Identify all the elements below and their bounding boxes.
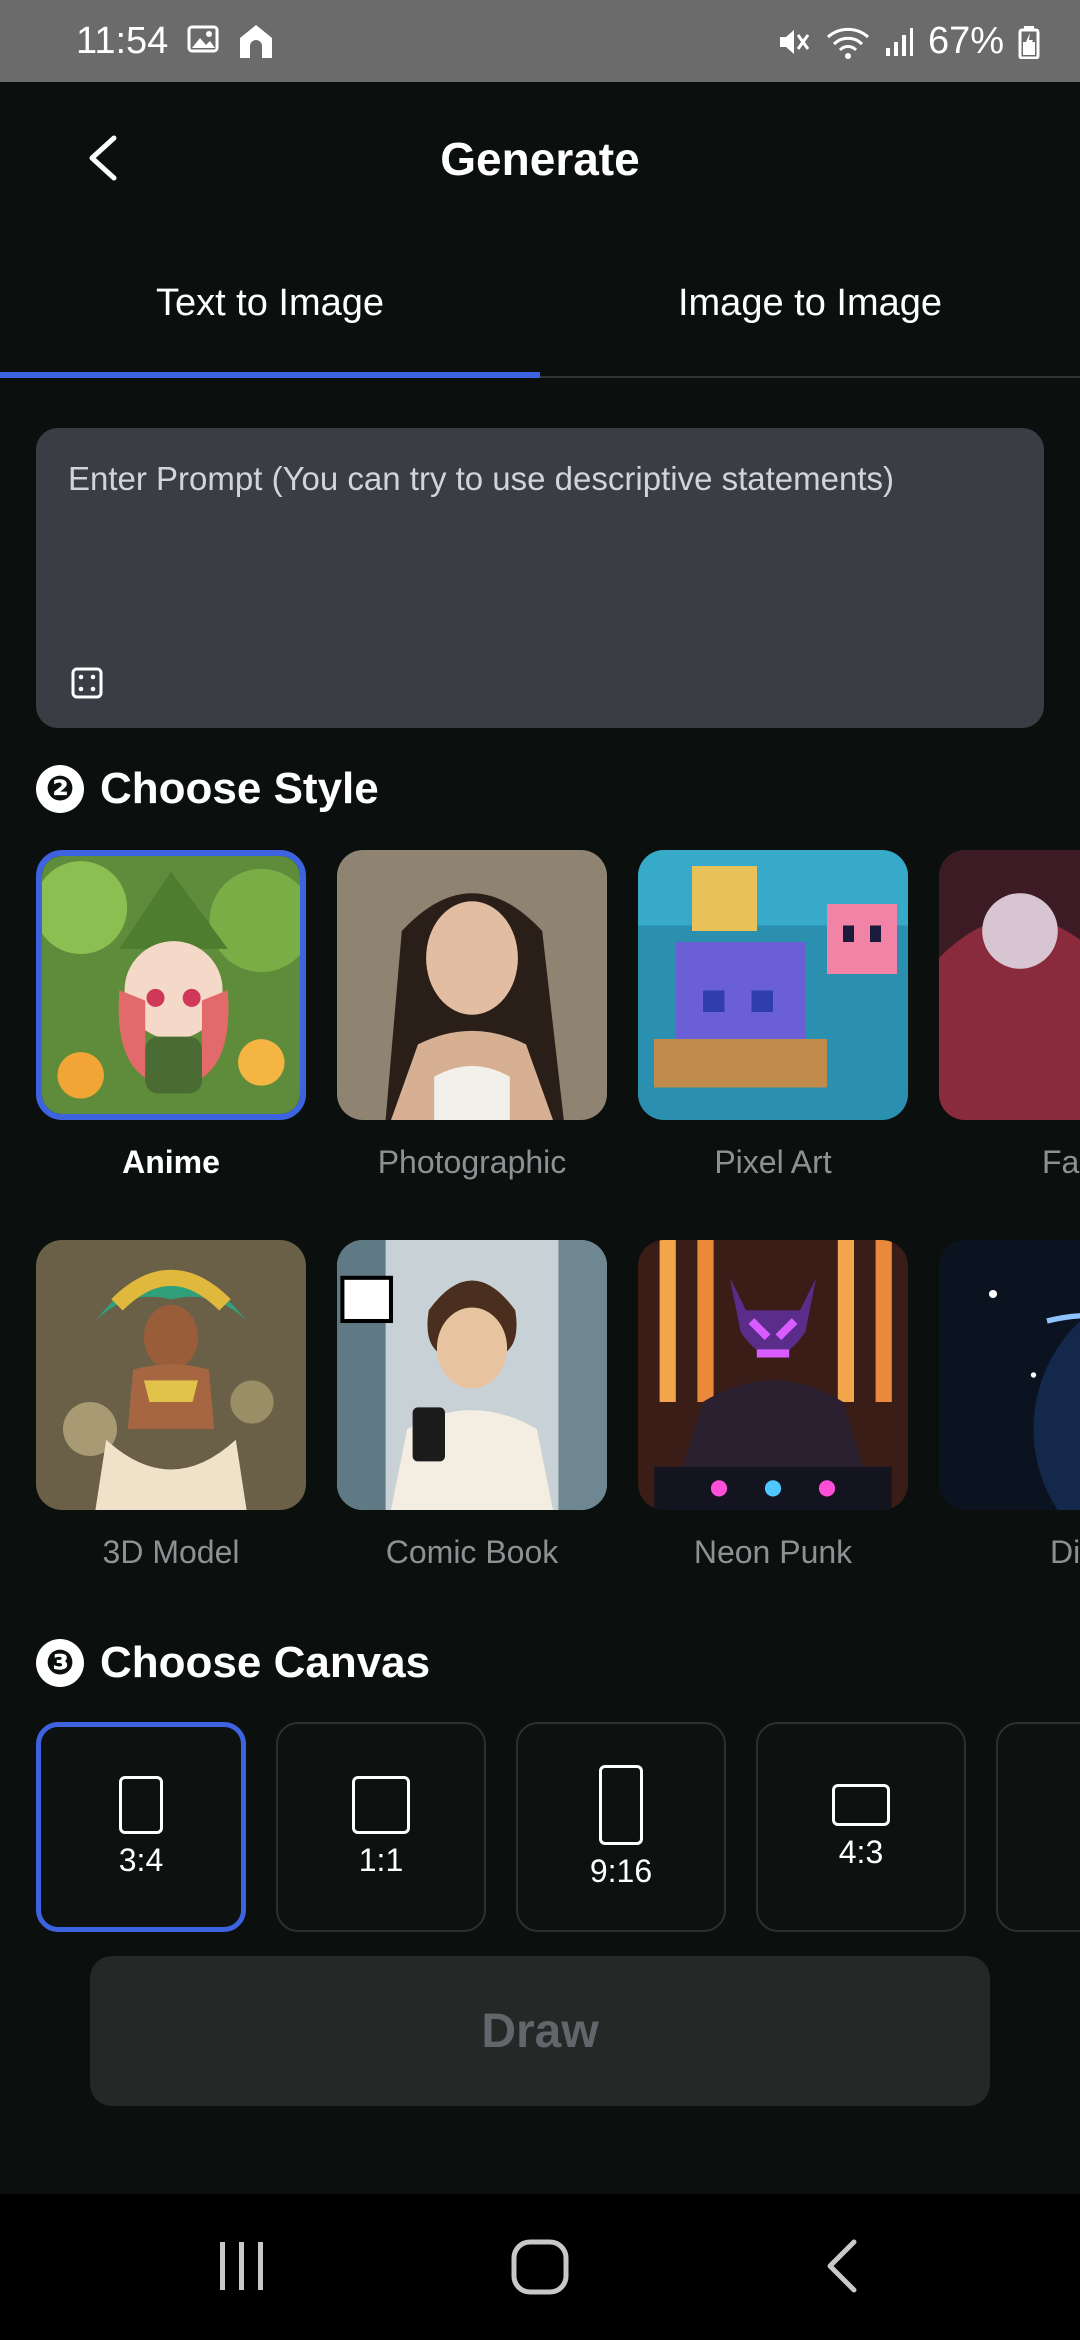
choose-canvas-heading: ❸ Choose Canvas bbox=[36, 1638, 430, 1688]
prompt-input[interactable] bbox=[66, 458, 1020, 632]
canvas-options: 3:4 1:1 9:16 4:3 bbox=[36, 1722, 1080, 1936]
style-grid: Anime Photographic Pixel Art Fa 3D Model… bbox=[36, 850, 1080, 1580]
mute-icon bbox=[779, 29, 810, 54]
canvas-option-3-4[interactable]: 3:4 bbox=[36, 1722, 246, 1932]
canvas-option-4-3[interactable]: 4:3 bbox=[756, 1722, 966, 1932]
active-tab-indicator bbox=[0, 372, 540, 378]
choose-canvas-title: Choose Canvas bbox=[100, 1638, 431, 1687]
style-label-fantasy: Fant bbox=[1041, 1144, 1080, 1180]
style-item-comic-book[interactable]: Comic Book bbox=[337, 1240, 607, 1571]
app-header: Generate bbox=[0, 82, 1080, 232]
choose-style-heading: ❷ Choose Style bbox=[36, 764, 379, 814]
landscape-ratio-icon bbox=[832, 1783, 890, 1826]
battery-percent: 67% bbox=[927, 20, 1004, 62]
style-item-pixel-art[interactable]: Pixel Art bbox=[638, 850, 908, 1181]
canvas-label-4-3: 4:3 bbox=[838, 1833, 884, 1870]
status-bar: 11:54 67% bbox=[0, 0, 1080, 82]
style-item-photographic[interactable]: Photographic bbox=[337, 850, 607, 1181]
style-label-photographic: Photographic bbox=[377, 1144, 567, 1180]
style-item-digital-art[interactable]: Dig bbox=[939, 1240, 1080, 1571]
step-2-badge: ❷ bbox=[36, 765, 84, 813]
choose-style-title: Choose Style bbox=[100, 764, 379, 813]
style-label-comic-book: Comic Book bbox=[385, 1534, 559, 1570]
style-label-digital-art: Dig bbox=[1049, 1534, 1080, 1570]
home-icon bbox=[240, 25, 272, 58]
draw-button[interactable]: Draw bbox=[90, 1956, 990, 2106]
signal-icon bbox=[885, 27, 913, 56]
wifi-icon bbox=[826, 27, 869, 59]
style-item-fantasy[interactable]: Fant bbox=[939, 850, 1080, 1181]
canvas-option-more[interactable] bbox=[996, 1722, 1080, 1932]
style-label-anime: Anime bbox=[122, 1144, 220, 1180]
style-thumb-neon-punk bbox=[638, 1240, 908, 1510]
tall-ratio-icon bbox=[599, 1764, 643, 1845]
style-label-3d-model: 3D Model bbox=[102, 1534, 240, 1570]
page-title: Generate bbox=[440, 133, 640, 185]
canvas-option-9-16[interactable]: 9:16 bbox=[516, 1722, 726, 1932]
style-item-3d-model[interactable]: 3D Model bbox=[36, 1240, 306, 1571]
random-dice-icon[interactable] bbox=[70, 666, 104, 700]
canvas-option-1-1[interactable]: 1:1 bbox=[276, 1722, 486, 1932]
style-thumb-fantasy bbox=[939, 850, 1080, 1120]
style-item-anime[interactable]: Anime bbox=[36, 850, 306, 1181]
nav-back-icon[interactable] bbox=[820, 2238, 864, 2294]
style-thumb-anime bbox=[36, 850, 306, 1120]
style-label-neon-punk: Neon Punk bbox=[693, 1534, 853, 1570]
style-thumb-photographic bbox=[337, 850, 607, 1120]
style-item-neon-punk[interactable]: Neon Punk bbox=[638, 1240, 908, 1571]
canvas-label-1-1: 1:1 bbox=[358, 1841, 404, 1878]
tab-image-to-image[interactable]: Image to Image bbox=[540, 282, 1080, 325]
recent-apps-icon[interactable] bbox=[214, 2238, 270, 2294]
style-thumb-pixel-art bbox=[638, 850, 908, 1120]
status-time: 11:54 bbox=[76, 20, 169, 62]
step-3-badge: ❸ bbox=[36, 1639, 84, 1687]
style-label-pixel-art: Pixel Art bbox=[714, 1144, 832, 1180]
mode-tabs: Text to Image Image to Image bbox=[0, 266, 1080, 378]
home-button-icon[interactable] bbox=[510, 2238, 570, 2296]
style-thumb-3d-model bbox=[36, 1240, 306, 1510]
tab-text-to-image[interactable]: Text to Image bbox=[0, 282, 540, 325]
canvas-label-3-4: 3:4 bbox=[118, 1841, 164, 1878]
canvas-label-9-16: 9:16 bbox=[589, 1852, 653, 1889]
gallery-icon bbox=[187, 25, 219, 53]
battery-icon bbox=[1018, 25, 1040, 59]
portrait-ratio-icon bbox=[119, 1775, 163, 1834]
square-ratio-icon bbox=[352, 1775, 410, 1834]
system-nav-bar bbox=[0, 2194, 1080, 2340]
style-thumb-comic-book bbox=[337, 1240, 607, 1510]
style-thumb-digital-art bbox=[939, 1240, 1080, 1510]
prompt-box bbox=[36, 428, 1044, 728]
